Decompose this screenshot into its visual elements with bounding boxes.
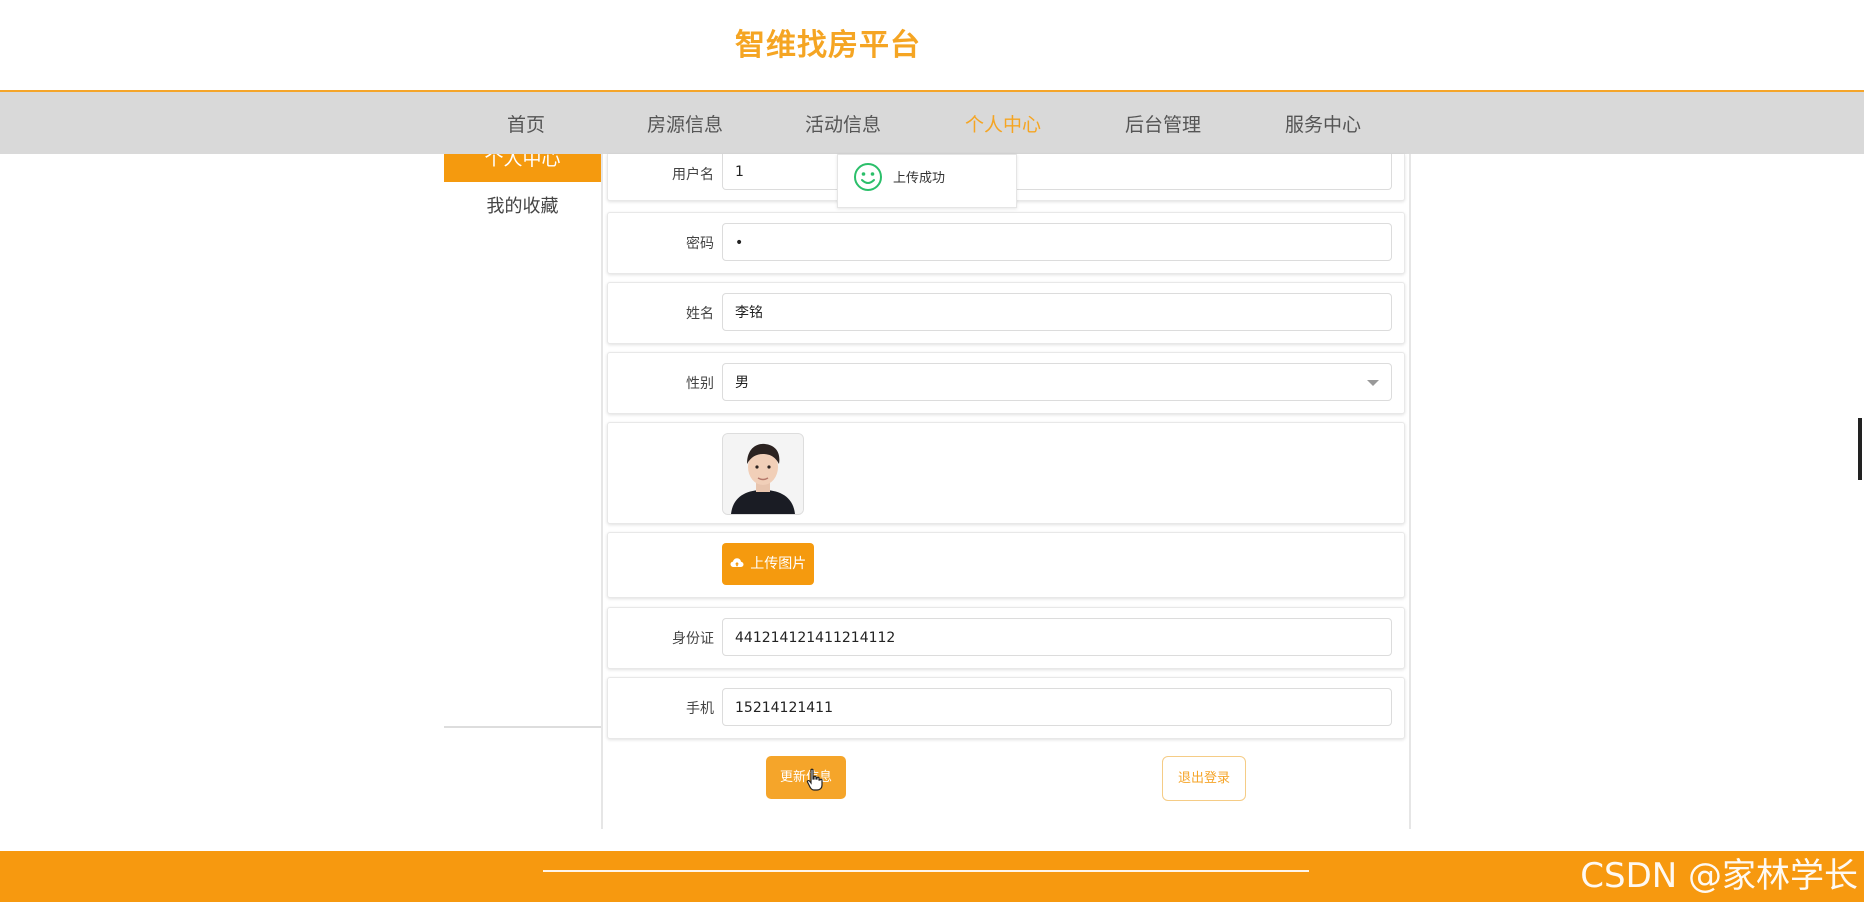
gender-label: 性别: [686, 376, 714, 392]
smile-success-icon: [854, 163, 882, 191]
id-card-row: 身份证 441214121411214112: [607, 607, 1405, 669]
phone-label: 手机: [686, 701, 714, 717]
upload-image-button[interactable]: 上传图片: [722, 543, 814, 585]
hand-cursor-icon: [806, 768, 823, 791]
password-label: 密码: [686, 236, 714, 252]
phone-row: 手机 15214121411: [607, 677, 1405, 739]
upload-row: 上传图片: [607, 532, 1405, 598]
sidebar: 个人中心 我的收藏: [444, 154, 601, 728]
upload-image-label: 上传图片: [750, 556, 807, 572]
avatar-portrait-icon: [723, 434, 803, 514]
username-input[interactable]: 1: [722, 154, 1392, 190]
scrollbar-thumb[interactable]: [1858, 418, 1862, 480]
avatar: [722, 433, 804, 515]
nav-item-home[interactable]: 首页: [507, 110, 545, 137]
footer-divider: [543, 870, 1309, 872]
id-card-label: 身份证: [672, 631, 714, 647]
sidebar-item-label: 个人中心: [484, 154, 561, 170]
id-card-input[interactable]: 441214121411214112: [722, 618, 1392, 656]
site-footer: CSDN @家林学长: [0, 851, 1864, 902]
gender-select-value: 男: [735, 375, 749, 391]
main-nav: 首页 房源信息 活动信息 个人中心 后台管理 服务中心: [0, 92, 1864, 154]
avatar-row: [607, 422, 1405, 524]
site-header: 智维找房平台: [0, 0, 1864, 92]
sidebar-item-favorites[interactable]: 我的收藏: [444, 192, 601, 218]
gender-select[interactable]: 男: [722, 363, 1392, 401]
nav-item-personal-center[interactable]: 个人中心: [965, 110, 1041, 137]
password-input[interactable]: •: [722, 223, 1392, 261]
cloud-upload-icon: [730, 558, 744, 567]
upload-success-toast: 上传成功: [837, 154, 1017, 208]
site-brand[interactable]: 智维找房平台: [735, 20, 921, 64]
nav-item-admin[interactable]: 后台管理: [1125, 110, 1201, 137]
phone-input[interactable]: 15214121411: [722, 688, 1392, 726]
name-row: 姓名 李铭: [607, 282, 1405, 344]
password-row: 密码 •: [607, 212, 1405, 274]
gender-row: 性别 男: [607, 352, 1405, 414]
nav-item-listings[interactable]: 房源信息: [647, 110, 723, 137]
nav-item-activities[interactable]: 活动信息: [805, 110, 881, 137]
chevron-down-icon: [1367, 380, 1379, 386]
csdn-watermark: CSDN @家林学长: [1580, 856, 1858, 896]
toast-message: 上传成功: [893, 171, 946, 186]
name-input[interactable]: 李铭: [722, 293, 1392, 331]
logout-button[interactable]: 退出登录: [1162, 756, 1246, 801]
nav-item-service-center[interactable]: 服务中心: [1285, 110, 1361, 137]
username-label: 用户名: [672, 167, 714, 183]
name-label: 姓名: [686, 306, 714, 322]
sidebar-item-personal-center[interactable]: 个人中心: [444, 154, 601, 182]
